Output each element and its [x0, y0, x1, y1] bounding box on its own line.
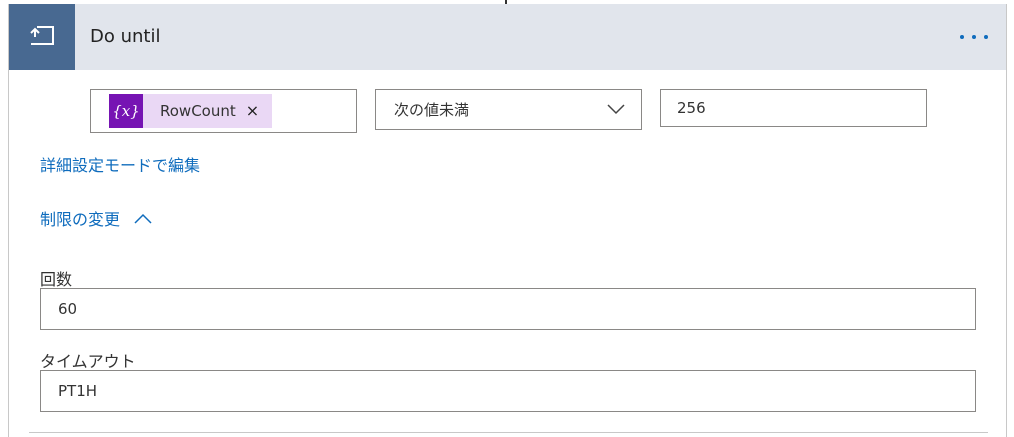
timeout-input[interactable]: PT1H [40, 370, 976, 412]
do-until-card: Do until {x} RowCount × 次の値未満 256 詳細設定モー… [8, 4, 1007, 437]
close-icon[interactable]: × [246, 103, 259, 119]
count-label: 回数 [40, 270, 73, 289]
change-limits-toggle[interactable]: 制限の変更 [40, 206, 152, 230]
condition-right-operand[interactable]: 256 [660, 89, 927, 127]
condition-operator-dropdown[interactable]: 次の値未満 [375, 89, 642, 130]
dynamic-content-token[interactable]: {x} RowCount × [109, 94, 272, 128]
edit-advanced-mode-link[interactable]: 詳細設定モードで編集 [40, 152, 200, 176]
condition-value: 256 [677, 99, 706, 117]
chevron-up-icon [134, 213, 152, 224]
more-options-icon[interactable] [956, 24, 992, 48]
chevron-down-icon [607, 104, 625, 115]
count-value: 60 [58, 300, 78, 318]
loop-return-icon [9, 4, 75, 70]
change-limits-label: 制限の変更 [40, 210, 121, 229]
count-input[interactable]: 60 [40, 288, 976, 330]
divider [29, 432, 988, 433]
timeout-label: タイムアウト [40, 352, 136, 371]
card-title: Do until [90, 26, 161, 47]
condition-left-operand[interactable]: {x} RowCount × [90, 89, 357, 133]
variable-icon: {x} [109, 94, 143, 128]
timeout-value: PT1H [58, 382, 98, 400]
token-label: RowCount [160, 102, 236, 120]
operator-selected-value: 次の値未満 [394, 101, 470, 119]
card-header[interactable]: Do until [9, 4, 1006, 70]
